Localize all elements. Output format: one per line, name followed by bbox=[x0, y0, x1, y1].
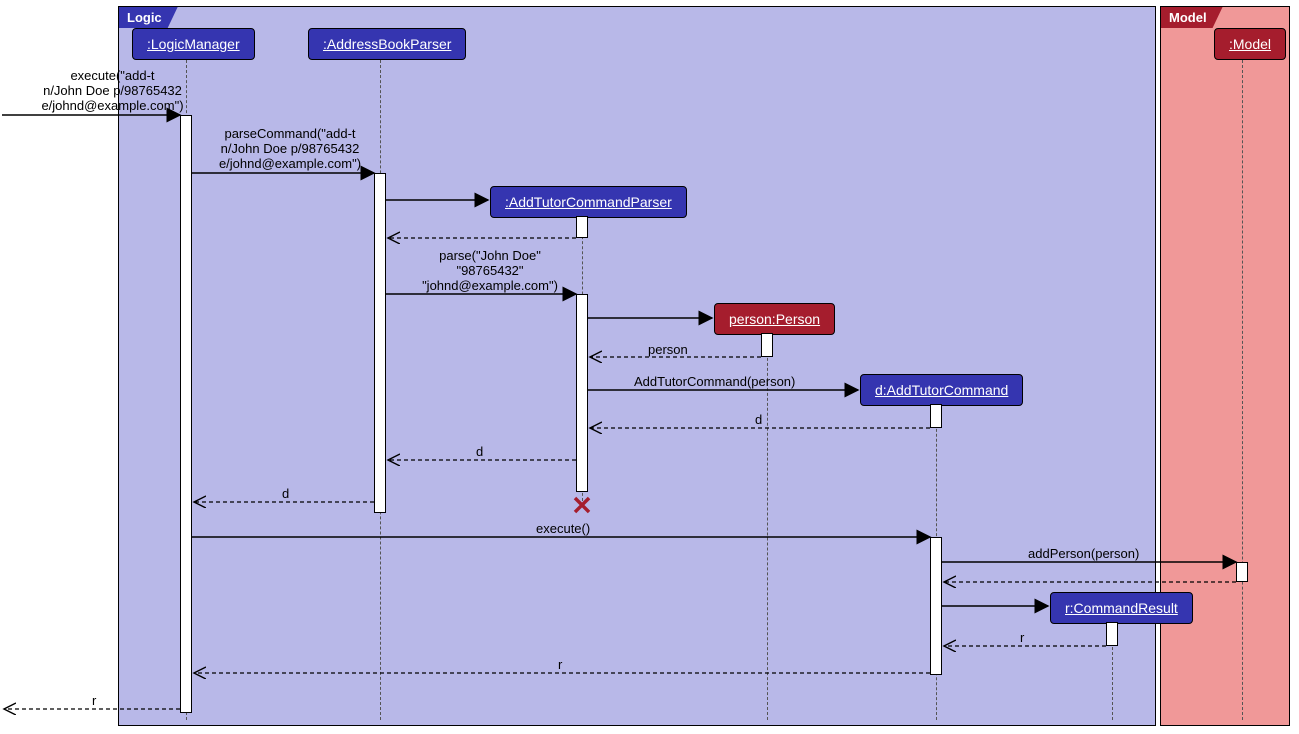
activation-addtutorcommand-2 bbox=[930, 537, 942, 675]
msg-addperson: addPerson(person) bbox=[1028, 546, 1139, 561]
activation-addtutorcmdparser-2 bbox=[576, 294, 588, 492]
participant-addressbookparser: :AddressBookParser bbox=[308, 28, 466, 60]
msg-d2: d bbox=[476, 444, 483, 459]
activation-addressbookparser bbox=[374, 173, 386, 513]
msg-person-return: person bbox=[648, 342, 688, 357]
activation-commandresult bbox=[1106, 622, 1118, 646]
msg-r2: r bbox=[558, 657, 562, 672]
msg-d3: d bbox=[282, 486, 289, 501]
activation-model bbox=[1236, 562, 1248, 582]
msg-d1: d bbox=[755, 412, 762, 427]
frame-logic-label: Logic bbox=[119, 7, 178, 28]
participant-addtutorcmdparser: :AddTutorCommandParser bbox=[490, 186, 687, 218]
msg-execute: execute("add-t n/John Doe p/98765432 e/j… bbox=[35, 68, 190, 113]
lifeline-person bbox=[767, 333, 768, 720]
msg-parsecommand: parseCommand("add-t n/John Doe p/9876543… bbox=[205, 126, 375, 171]
activation-addtutorcommand-1 bbox=[930, 404, 942, 428]
participant-logicmanager: :LogicManager bbox=[132, 28, 255, 60]
participant-person: person:Person bbox=[714, 303, 835, 335]
msg-parse: parse("John Doe" "98765432" "johnd@examp… bbox=[400, 248, 580, 293]
activation-person bbox=[761, 333, 773, 357]
msg-execute-empty: execute() bbox=[536, 521, 590, 536]
frame-model-label: Model bbox=[1161, 7, 1223, 28]
destroy-addtutorcmdparser: ✕ bbox=[571, 491, 593, 522]
frame-logic: Logic bbox=[118, 6, 1156, 726]
lifeline-model bbox=[1242, 55, 1243, 720]
participant-model: :Model bbox=[1214, 28, 1286, 60]
msg-r1: r bbox=[1020, 630, 1024, 645]
activation-logicmanager bbox=[180, 115, 192, 713]
msg-r3: r bbox=[92, 693, 96, 708]
participant-addtutorcommand: d:AddTutorCommand bbox=[860, 374, 1023, 406]
participant-commandresult: r:CommandResult bbox=[1050, 592, 1193, 624]
msg-addtutorcmd: AddTutorCommand(person) bbox=[634, 374, 795, 389]
activation-addtutorcmdparser-1 bbox=[576, 216, 588, 238]
